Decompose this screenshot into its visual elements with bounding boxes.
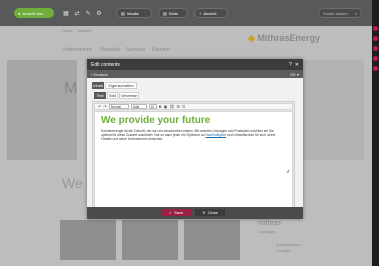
news-item-1[interactable]: Energieeffizienz bbox=[276, 243, 301, 247]
tab-properties[interactable]: Eigenschaften bbox=[105, 82, 137, 89]
hero-image-right bbox=[300, 60, 364, 160]
close-button[interactable]: ✕ Close bbox=[195, 209, 225, 216]
subtab-links[interactable]: Verweise bbox=[119, 92, 139, 99]
style-select[interactable]: Normal bbox=[108, 104, 129, 109]
content-body: Sonnenenergie ist die Zukunft, der wir u… bbox=[101, 129, 281, 141]
grid-icon[interactable]: ▦ bbox=[62, 9, 70, 17]
language-select[interactable]: ▪ Deutsch bbox=[91, 72, 108, 77]
menu-item-services[interactable]: Services bbox=[126, 47, 145, 53]
cms-toolbar: ● Ansicht ans ▦ ⇄ ✎ ⚙ ▤ Inhalte ▤ Seite … bbox=[0, 0, 372, 26]
edit-icon[interactable]: ✎ bbox=[84, 9, 92, 17]
subtab-text[interactable]: Text bbox=[94, 92, 106, 99]
font-select[interactable]: Arial bbox=[130, 104, 147, 109]
undo-icon[interactable]: ↶ bbox=[98, 104, 101, 109]
thumbnail-roof[interactable] bbox=[184, 220, 240, 260]
thumbnail-solar[interactable] bbox=[122, 220, 178, 260]
brand-name: MithrasEnergy bbox=[257, 33, 320, 43]
menu-item-unternehmen[interactable]: Unternehmen bbox=[62, 47, 92, 53]
body-link[interactable]: Nachhaltigkeit bbox=[205, 133, 226, 137]
view-label: Ansicht bbox=[203, 10, 217, 16]
menu-item-produkte[interactable]: Produkte bbox=[100, 47, 120, 53]
page-icon: ▤ bbox=[163, 10, 167, 16]
side-title: mithras bbox=[258, 220, 281, 227]
rail-button-2[interactable] bbox=[373, 36, 378, 41]
help-icon[interactable]: ? bbox=[289, 62, 292, 68]
eye-icon: ● bbox=[18, 10, 21, 16]
content-headline: We provide your future bbox=[101, 115, 211, 126]
page-label: Seite bbox=[168, 10, 178, 16]
dialog-header: Edit contents ? ✕ bbox=[87, 59, 303, 70]
image-icon[interactable]: ▣ bbox=[164, 104, 168, 109]
close-label: Close bbox=[207, 210, 218, 215]
page-menu[interactable]: ▤ Seite bbox=[158, 8, 188, 18]
side-subtitle: Lösungen bbox=[258, 229, 276, 234]
redo-icon[interactable]: ↷ bbox=[103, 104, 106, 109]
news-item-2[interactable]: Lösungen bbox=[276, 249, 291, 253]
check-icon: ✓ bbox=[168, 210, 173, 215]
rail-button-4[interactable] bbox=[373, 56, 378, 61]
nav-home[interactable]: Home bbox=[62, 28, 73, 33]
contents-menu[interactable]: ▤ Inhalte bbox=[116, 8, 152, 18]
contents-label: Inhalte bbox=[126, 10, 139, 16]
dialog-title: Edit contents bbox=[91, 61, 120, 68]
cms-search-input[interactable]: Suche starten ⌕ bbox=[318, 8, 362, 18]
chevron-down-icon: ▾ bbox=[296, 71, 299, 77]
rail-button-5[interactable] bbox=[373, 66, 378, 71]
thumbnail-house[interactable] bbox=[60, 220, 116, 260]
nav-current[interactable]: Aktuelle bbox=[78, 28, 92, 33]
subtab-image[interactable]: Bild bbox=[107, 92, 118, 99]
editor-toolbar: ↶ ↷ Normal Arial 10 B ▣ ⛓ ⊞ ⊡ bbox=[94, 103, 293, 110]
right-rail bbox=[372, 0, 379, 266]
view-toggle-button[interactable]: ● Ansicht ans bbox=[14, 8, 54, 18]
contents-icon: ▤ bbox=[121, 10, 125, 16]
settings-icon[interactable]: ⚙ bbox=[95, 9, 103, 17]
flag-icon: ▪ bbox=[91, 71, 93, 77]
plus-icon: + bbox=[199, 10, 202, 16]
menu-item-karriere[interactable]: Karriere bbox=[152, 47, 170, 53]
table-icon[interactable]: ⊞ bbox=[176, 104, 179, 109]
close-icon[interactable]: ✕ bbox=[295, 62, 299, 68]
hero-image-left bbox=[7, 60, 77, 160]
share-icon[interactable]: ⇄ bbox=[73, 9, 81, 17]
link-icon[interactable]: ⛓ bbox=[169, 104, 174, 109]
search-icon: ⌕ bbox=[354, 10, 357, 16]
language-row: ▪ Deutsch DE ▾ bbox=[87, 70, 303, 78]
x-icon: ✕ bbox=[202, 210, 206, 215]
rail-button-1[interactable] bbox=[373, 26, 378, 31]
brand-logo: ◆ MithrasEnergy bbox=[248, 33, 320, 44]
language-code-select[interactable]: DE ▾ bbox=[290, 72, 299, 77]
save-button[interactable]: ✓ Save bbox=[161, 209, 191, 216]
language-label: Deutsch bbox=[93, 71, 109, 77]
size-select[interactable]: 10 bbox=[148, 104, 157, 109]
bold-icon[interactable]: B bbox=[159, 104, 162, 109]
hero-letter: M bbox=[64, 80, 78, 97]
rail-button-3[interactable] bbox=[373, 46, 378, 51]
source-icon[interactable]: ⊡ bbox=[182, 104, 185, 109]
view-toggle-label: Ansicht ans bbox=[22, 10, 44, 16]
tab-content[interactable]: Inhalt bbox=[92, 82, 104, 89]
lightbulb-icon: ◆ bbox=[248, 33, 255, 43]
save-label: Save bbox=[174, 210, 184, 215]
section-title: We bbox=[62, 175, 83, 191]
language-code: DE bbox=[290, 71, 296, 77]
view-menu[interactable]: + Ansicht bbox=[194, 8, 228, 18]
resize-handle-icon[interactable]: ◢ bbox=[286, 168, 290, 173]
search-placeholder: Suche starten bbox=[323, 10, 348, 16]
